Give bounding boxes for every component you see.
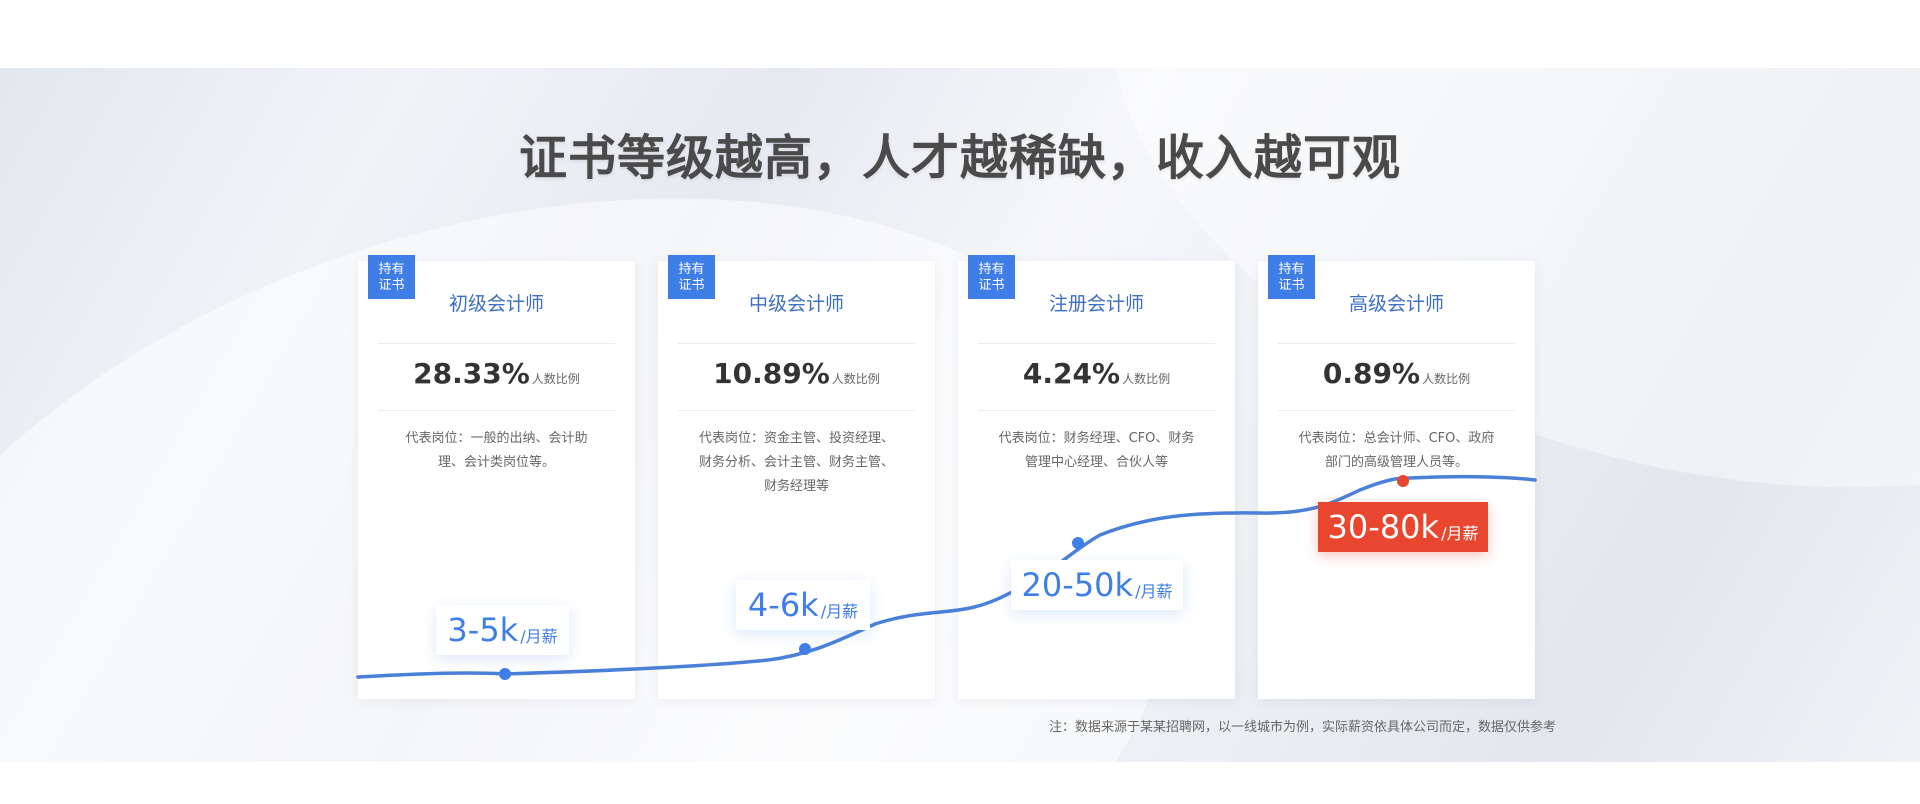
divider xyxy=(678,410,915,411)
salary-label-junior: 3-5k/月薪 xyxy=(436,605,569,655)
percent-label: 人数比例 xyxy=(531,372,580,386)
salary-value: 30-80k xyxy=(1327,508,1440,546)
divider xyxy=(1278,410,1515,411)
page-title: 证书等级越高，人才越稀缺，收入越可观 xyxy=(518,130,1401,186)
percent-label: 人数比例 xyxy=(831,372,880,386)
card-title: 高级会计师 xyxy=(1348,293,1444,315)
percent-value: 0.89% xyxy=(1322,357,1421,390)
card-title: 注册会计师 xyxy=(1048,293,1144,315)
salary-unit: /月薪 xyxy=(1441,524,1479,543)
salary-label-certified: 20-50k/月薪 xyxy=(1011,560,1183,610)
data-source-note: 注：数据来源于某某招聘网，以一线城市为例，实际薪资依具体公司而定，数据仅供参考 xyxy=(1048,720,1556,735)
percent-row: 28.33% 人数比例 xyxy=(358,357,635,390)
card-title: 初级会计师 xyxy=(448,293,544,315)
salary-unit: /月薪 xyxy=(820,602,859,621)
divider xyxy=(378,410,615,411)
salary-value: 4-6k xyxy=(747,586,819,624)
percent-label: 人数比例 xyxy=(1422,372,1471,386)
card-description: 代表岗位：一般的出纳、会计助理、会计类岗位等。 xyxy=(405,431,588,470)
card-description: 代表岗位：总会计师、CFO、政府部门的高级管理人员等。 xyxy=(1298,431,1495,470)
card-certified-accountant: 持有 证书 注册会计师 4.24% 人数比例 代表岗位：财务经理、CFO、财务管理… xyxy=(958,255,1235,699)
divider xyxy=(1278,343,1515,344)
percent-value: 10.89% xyxy=(713,357,830,390)
card-title: 中级会计师 xyxy=(748,293,844,315)
salary-unit: /月薪 xyxy=(1135,582,1173,601)
card-intermediate-accountant: 持有 证书 中级会计师 10.89% 人数比例 代表岗位：资金主管、投资经理、财务… xyxy=(658,255,935,699)
divider xyxy=(978,343,1215,344)
salary-unit: /月薪 xyxy=(520,627,558,646)
salary-label-senior: 30-80k/月薪 xyxy=(1318,502,1488,552)
card-description: 代表岗位：财务经理、CFO、财务管理中心经理、合伙人等 xyxy=(998,431,1195,470)
percent-row: 0.89% 人数比例 xyxy=(1258,357,1535,390)
card-description: 代表岗位：资金主管、投资经理、财务分析、会计主管、财务主管、财务经理等 xyxy=(698,431,894,494)
percent-value: 28.33% xyxy=(413,357,530,390)
salary-value: 20-50k xyxy=(1021,566,1134,604)
percent-row: 10.89% 人数比例 xyxy=(658,357,935,390)
salary-value: 3-5k xyxy=(447,611,519,649)
percent-label: 人数比例 xyxy=(1122,372,1171,386)
percent-value: 4.24% xyxy=(1022,357,1121,390)
divider xyxy=(378,343,615,344)
percent-row: 4.24% 人数比例 xyxy=(958,357,1235,390)
card-senior-accountant: 持有 证书 高级会计师 0.89% 人数比例 代表岗位：总会计师、CFO、政府部门… xyxy=(1258,255,1535,699)
divider xyxy=(978,410,1215,411)
divider xyxy=(678,343,915,344)
salary-label-intermediate: 4-6k/月薪 xyxy=(736,580,870,630)
